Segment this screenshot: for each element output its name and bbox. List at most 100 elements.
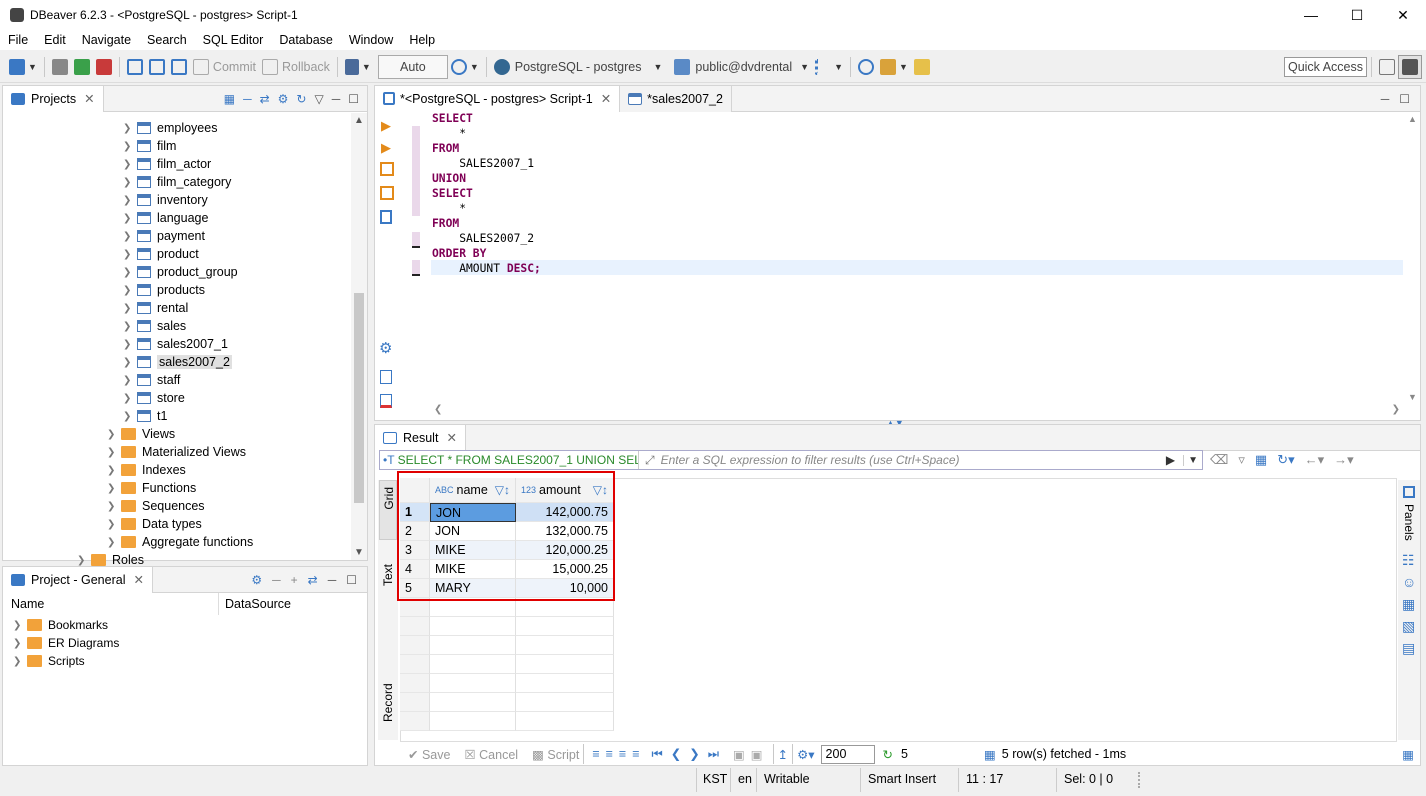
tree-item-folder[interactable]: ❯ Indexes [107,461,186,479]
chevron-right-icon[interactable]: ❯ [107,465,117,476]
fetch-size-input[interactable]: 200 [820,744,875,764]
close-icon[interactable]: ✕ [601,91,611,106]
tree-scroll-thumb[interactable] [354,293,364,503]
view-menu-icon[interactable]: ▽ [314,92,323,106]
cell-name[interactable]: JON [430,503,516,522]
dashboard-button[interactable] [855,55,877,79]
tab-projects[interactable]: Projects ✕ [3,85,104,112]
chevron-right-icon[interactable]: ❯ [123,177,133,188]
chevron-right-icon[interactable]: ❯ [107,429,117,440]
layout-icon[interactable]: ▤ [1402,640,1415,657]
tx-mode-button[interactable]: ▼ [342,55,374,79]
chevron-right-icon[interactable]: ❯ [107,501,117,512]
close-icon[interactable]: ✕ [446,430,456,445]
chevron-right-icon[interactable]: ❯ [123,213,133,224]
tree-item-table[interactable]: ❯ film [123,137,176,155]
cell-amount[interactable]: 10,000 [516,579,614,598]
execute-statement-icon[interactable]: ▶ [381,118,391,134]
tree-scrollbar[interactable]: ▲ ▼ [351,113,367,560]
link-icon[interactable]: ⇄ [260,92,270,106]
cancel-button[interactable]: ☒ Cancel [464,747,518,762]
execute-script-new-tab-icon[interactable] [380,186,394,200]
filter-history-icon[interactable]: ▼ [1183,454,1202,466]
tree-item-folder[interactable]: ❯ Materialized Views [107,443,246,461]
tree-item-scripts[interactable]: ❯ Scripts [13,652,85,670]
chevron-right-icon[interactable]: ❯ [123,393,133,404]
chevron-right-icon[interactable]: ❯ [107,519,117,530]
chevron-right-icon[interactable]: ❯ [123,321,133,332]
expand-icon[interactable]: ⤢ [639,453,661,468]
copy-icons[interactable]: ▣▣ [733,747,769,762]
apply-filter-icon[interactable]: ▶ [1158,453,1183,467]
row-number[interactable]: 3 [400,541,430,560]
pending-button[interactable] [168,55,190,79]
minimize-icon[interactable]: ─ [1381,92,1390,106]
cell-name[interactable]: MARY [430,579,516,598]
refresh-icon[interactable]: ↻▾ [1277,452,1294,468]
tree-item-table[interactable]: ❯ employees [123,119,217,137]
menu-search[interactable]: Search [139,33,195,47]
save-button[interactable]: ✔ Save [408,747,450,762]
cell-amount[interactable]: 132,000.75 [516,522,614,541]
chevron-right-icon[interactable]: ❯ [123,375,133,386]
forward-icon[interactable]: →▾ [1334,452,1354,468]
chevron-right-icon[interactable]: ❯ [123,411,133,422]
row-number[interactable]: 1 [400,503,430,522]
tree-item-table[interactable]: ❯ product_group [123,263,238,281]
commit-button[interactable]: Commit [190,55,259,79]
history-button[interactable]: ▼ [448,55,482,79]
sort-filter-icon[interactable]: ▽↕ [593,483,608,497]
chevron-right-icon[interactable]: ❯ [123,285,133,296]
menu-sql-editor[interactable]: SQL Editor [195,33,272,47]
tab-script-1[interactable]: *<PostgreSQL - postgres> Script-1 ✕ [375,85,621,112]
calc-icon[interactable]: ☺ [1402,574,1416,590]
cell-name[interactable]: MIKE [430,560,516,579]
editor-hscrollbar[interactable]: ❮ ❯ [430,404,1404,418]
chevron-right-icon[interactable]: ❯ [123,303,133,314]
col-name-header[interactable]: Name [11,597,44,611]
panels-icon[interactable] [1403,486,1415,498]
tab-result[interactable]: Result ✕ [375,424,466,451]
filter-input[interactable]: Enter a SQL expression to filter results… [661,453,1158,467]
tree-item-er-diagrams[interactable]: ❯ ER Diagrams [13,634,119,652]
fetch-next-icon[interactable]: ↻ [883,747,893,762]
menu-file[interactable]: File [0,33,36,47]
cell-amount[interactable]: 142,000.75 [516,503,614,522]
export-icon[interactable] [380,370,392,384]
close-button[interactable]: ✕ [1380,0,1426,30]
tree-item-folder[interactable]: ❯ Aggregate functions [107,533,253,551]
new-script-icon[interactable] [380,394,392,408]
maximize-button[interactable]: ☐ [1334,0,1380,30]
execute-new-tab-icon[interactable]: ▶ [381,140,391,156]
tree-item-table[interactable]: ❯ t1 [123,407,167,425]
close-icon[interactable]: ✕ [84,91,94,106]
script-button[interactable]: ▩ Script [532,747,579,762]
pin-button[interactable] [911,55,933,79]
chevron-right-icon[interactable]: ❯ [107,537,117,548]
chevron-right-icon[interactable]: ❯ [123,231,133,242]
minimize-button[interactable]: — [1288,0,1334,30]
close-icon[interactable]: ✕ [133,572,143,587]
tree-item-table[interactable]: ❯ inventory [123,191,208,209]
tree-item-folder[interactable]: ❯ Sequences [107,497,205,515]
chevron-right-icon[interactable]: ❯ [107,447,117,458]
menu-window[interactable]: Window [341,33,401,47]
tree-item-table[interactable]: ❯ payment [123,227,205,245]
quick-access-input[interactable]: Quick Access [1283,56,1367,77]
tab-grid[interactable]: Grid [379,480,397,540]
chevron-right-icon[interactable]: ❯ [123,159,133,170]
add-icon[interactable]: + [291,573,298,587]
maximize-icon[interactable]: ☐ [1399,92,1410,106]
tab-sales2007-2[interactable]: *sales2007_2 [620,85,732,112]
export-icon[interactable]: ↥ [778,747,788,762]
layout-button[interactable]: ▼ [812,55,846,79]
menu-edit[interactable]: Edit [36,33,74,47]
new-connection-button[interactable]: ▼ [6,55,40,79]
tree-item-table[interactable]: ❯ product [123,245,199,263]
metadata-icon[interactable]: ☷ [1402,552,1415,569]
tools-button[interactable]: ▼ [877,55,911,79]
cell-name[interactable]: MIKE [430,541,516,560]
tree-item-folder[interactable]: ❯ Views [107,425,175,443]
menu-navigate[interactable]: Navigate [74,33,139,47]
tree-item-folder[interactable]: ❯ Data types [107,515,202,533]
